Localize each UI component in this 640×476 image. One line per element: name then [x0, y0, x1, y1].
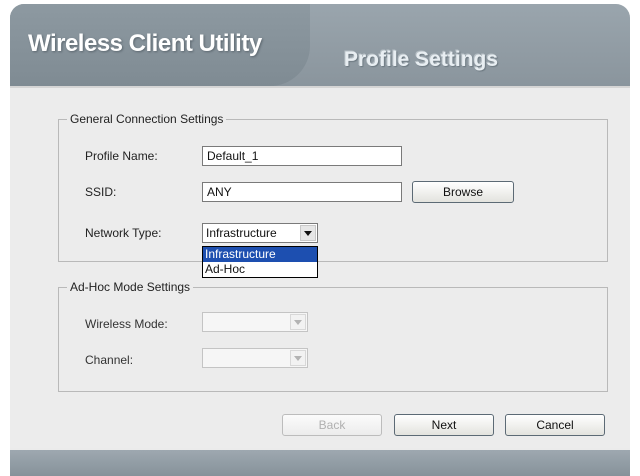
back-button[interactable]: Back: [282, 414, 382, 436]
network-type-label: Network Type:: [85, 226, 162, 240]
network-type-dropdown-list: Infrastructure Ad-Hoc: [202, 246, 318, 278]
ssid-input[interactable]: ANY: [202, 182, 402, 202]
title-tab: Wireless Client Utility: [10, 4, 310, 86]
chevron-down-icon: [290, 350, 306, 366]
network-type-value: Infrastructure: [206, 226, 277, 240]
network-type-select[interactable]: Infrastructure: [202, 223, 318, 243]
app-title: Wireless Client Utility: [28, 30, 262, 57]
dropdown-option-infrastructure[interactable]: Infrastructure: [203, 247, 317, 262]
content-panel: General Connection Settings Profile Name…: [10, 86, 630, 448]
chevron-down-icon: [290, 314, 306, 330]
adhoc-mode-legend: Ad-Hoc Mode Settings: [70, 280, 191, 294]
next-button[interactable]: Next: [394, 414, 494, 436]
utility-window: Wireless Client Utility Profile Settings…: [10, 4, 630, 476]
browse-button[interactable]: Browse: [412, 181, 514, 203]
adhoc-mode-group: Ad-Hoc Mode Settings: [58, 280, 608, 392]
wireless-mode-select[interactable]: [202, 312, 308, 332]
channel-label: Channel:: [85, 353, 134, 367]
footer-bar: [10, 450, 630, 476]
cancel-button[interactable]: Cancel: [505, 414, 605, 436]
wireless-mode-label: Wireless Mode:: [85, 317, 168, 331]
ssid-label: SSID:: [85, 185, 117, 199]
section-title: Profile Settings: [344, 48, 499, 71]
chevron-down-icon[interactable]: [300, 225, 316, 241]
general-connection-legend: General Connection Settings: [70, 112, 224, 126]
profile-name-input[interactable]: Default_1: [202, 146, 402, 166]
dropdown-option-adhoc[interactable]: Ad-Hoc: [203, 262, 317, 277]
profile-name-label: Profile Name:: [85, 149, 158, 163]
channel-select[interactable]: [202, 348, 308, 368]
